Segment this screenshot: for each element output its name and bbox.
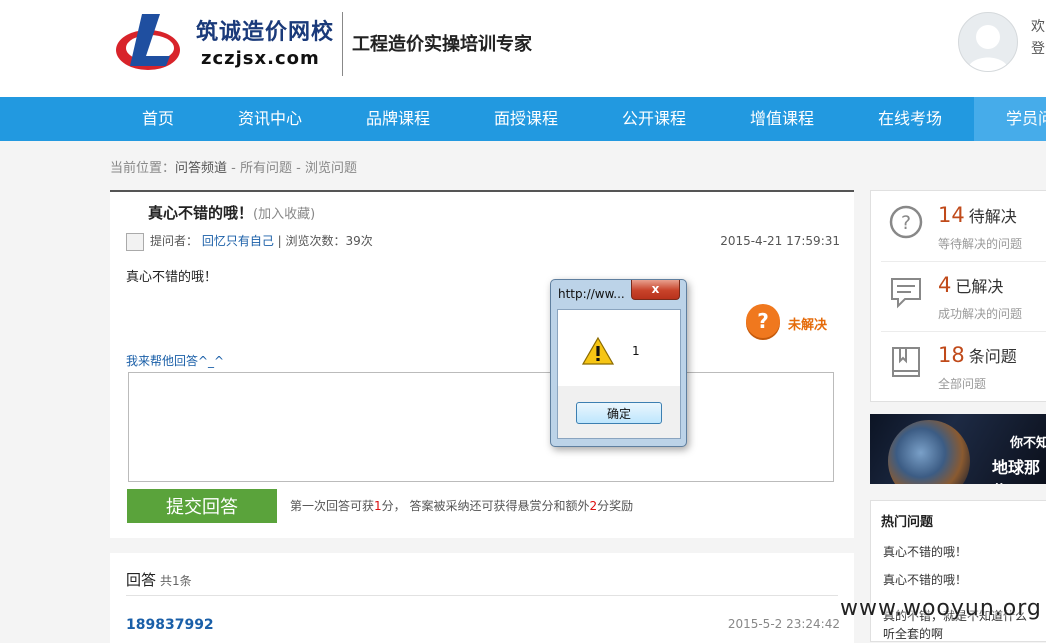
avatar-icon: [967, 25, 1009, 71]
reward-text: 第一次回答可获: [290, 499, 375, 513]
stat-value: 18: [938, 343, 965, 367]
alert-dialog: http://ww... x 1 确定: [550, 279, 687, 447]
site-slogan: 工程造价实操培训专家: [352, 34, 532, 55]
reward-points: 2: [589, 499, 598, 513]
status-badge: 未解决: [788, 318, 828, 333]
hot-questions-title: 热门问题: [881, 515, 934, 530]
promo-banner[interactable]: 你不知 地球那些: [870, 414, 1046, 484]
stat-subtitle: 全部问题: [938, 377, 987, 391]
question-title-text: 真心不错的哦！: [148, 204, 254, 222]
book-icon: [892, 347, 920, 377]
submit-answer-button[interactable]: 提交回答: [127, 489, 277, 523]
stat-number: 14 待解决: [938, 203, 1017, 227]
reward-info: 第一次回答可获1分， 答案被采纳还可获得悬赏分和额外2分奖励: [290, 497, 633, 514]
close-button[interactable]: x: [631, 280, 680, 300]
answers-panel: 回答 共1条 189837992 2015-5-2 23:24:42: [110, 553, 854, 643]
question-panel: 真心不错的哦！(加入收藏) 提问者： 回忆只有自己 | 浏览次数：39次 201…: [110, 190, 854, 538]
breadcrumb-channel[interactable]: 问答频道: [175, 161, 227, 176]
banner-text: 你不知: [1010, 436, 1046, 451]
answers-heading: 回答 共1条: [126, 569, 192, 590]
question-date: 2015-4-21 17:59:31: [720, 234, 840, 248]
answer-textarea[interactable]: [128, 372, 834, 482]
svg-text:?: ?: [901, 212, 911, 234]
nav-item-home[interactable]: 首页: [110, 97, 206, 141]
hot-question-link[interactable]: 真心不错的哦！: [883, 571, 967, 588]
breadcrumb-sep: -: [292, 161, 305, 176]
planet-image: [888, 420, 970, 484]
stat-pending[interactable]: ? 14 待解决 等待解决的问题: [871, 191, 1046, 257]
site-header: 筑诚造价网校 zczjsx.com 工程造价实操培训专家 欢 登: [0, 0, 1046, 97]
stat-subtitle: 等待解决的问题: [938, 237, 1023, 251]
ok-button[interactable]: 确定: [576, 402, 662, 424]
answer-date: 2015-5-2 23:24:42: [727, 617, 840, 631]
stat-solved[interactable]: 4 已解决 成功解决的问题: [871, 261, 1046, 327]
add-favorite-link[interactable]: (加入收藏): [253, 207, 315, 222]
user-avatar[interactable]: [958, 12, 1018, 72]
asker-link[interactable]: 回忆只有自己: [202, 234, 274, 248]
stat-number: 4 已解决: [938, 273, 1003, 297]
logo-divider: [342, 12, 343, 76]
logo-icon[interactable]: [112, 10, 190, 76]
stat-value: 14: [938, 203, 965, 227]
logo-domain[interactable]: zczjsx.com: [201, 48, 320, 69]
answers-count: 共1条: [160, 574, 192, 588]
nav-item-offline-courses[interactable]: 面授课程: [476, 97, 576, 141]
stat-value: 4: [938, 273, 952, 297]
question-body: 真心不错的哦！: [126, 270, 218, 285]
login-link[interactable]: 登: [1031, 38, 1045, 60]
dialog-message: 1: [632, 344, 640, 358]
hot-question-link[interactable]: 真心不错的哦！: [883, 543, 967, 560]
stat-label: 待解决: [968, 207, 1017, 226]
dialog-footer: 确定: [557, 386, 681, 439]
breadcrumb-all[interactable]: 所有问题: [240, 161, 292, 176]
divider: [126, 595, 838, 596]
stat-label: 已解决: [955, 277, 1004, 296]
nav-item-value-courses[interactable]: 增值课程: [732, 97, 832, 141]
nav-item-open-courses[interactable]: 公开课程: [604, 97, 704, 141]
logo-text[interactable]: 筑诚造价网校: [196, 14, 334, 46]
answers-title: 回答: [126, 571, 157, 589]
breadcrumb: 当前位置：问答频道 - 所有问题 - 浏览问题: [110, 157, 357, 176]
dialog-body: 1: [557, 309, 681, 388]
question-meta: 提问者： 回忆只有自己 | 浏览次数：39次: [126, 232, 373, 251]
breadcrumb-sep: -: [227, 161, 240, 176]
stat-label: 条问题: [968, 347, 1017, 366]
asker-avatar-icon: [126, 232, 144, 251]
breadcrumb-prefix: 当前位置：: [110, 161, 176, 176]
banner-headline: 地球那些: [992, 458, 1041, 484]
question-mark-icon: ?: [746, 304, 780, 338]
nav-item-online-exam[interactable]: 在线考场: [860, 97, 960, 141]
chat-bubble-icon: [891, 278, 921, 309]
nav-item-brand-courses[interactable]: 品牌课程: [348, 97, 448, 141]
watermark: www.wooyun.org: [840, 596, 1042, 621]
stat-subtitle: 成功解决的问题: [938, 307, 1023, 321]
asker-label: 提问者：: [150, 234, 199, 248]
hot-question-link[interactable]: 听全套的啊: [883, 625, 943, 642]
question-circle-icon: ?: [889, 205, 923, 239]
reward-text: 分， 答案被采纳还可获得悬赏分和额外: [381, 499, 590, 513]
stat-total[interactable]: 18 条问题 全部问题: [871, 331, 1046, 397]
welcome-line: 欢: [1031, 19, 1045, 35]
welcome-text: 欢 登: [1031, 16, 1045, 60]
main-nav: 首页 资讯中心 品牌课程 面授课程 公开课程 增值课程 在线考场 学员问: [0, 97, 1046, 141]
view-count: | 浏览次数：39次: [273, 234, 373, 248]
reward-text: 分奖励: [597, 499, 634, 513]
breadcrumb-current: 浏览问题: [304, 161, 357, 176]
nav-item-student-qa[interactable]: 学员问: [974, 97, 1046, 141]
reward-points: 1: [374, 499, 382, 513]
warning-icon: [582, 336, 614, 365]
question-stats-panel: ? 14 待解决 等待解决的问题 4 已解决 成功解决的问题 18 条问题 全部问题: [870, 190, 1046, 402]
answer-user-link[interactable]: 189837992: [126, 617, 214, 633]
question-title: 真心不错的哦！(加入收藏): [148, 202, 315, 223]
answer-prompt-label: 我来帮他回答^_^: [126, 354, 225, 368]
nav-item-news[interactable]: 资讯中心: [220, 97, 320, 141]
stat-number: 18 条问题: [938, 343, 1017, 367]
dialog-title: http://ww...: [558, 287, 625, 301]
